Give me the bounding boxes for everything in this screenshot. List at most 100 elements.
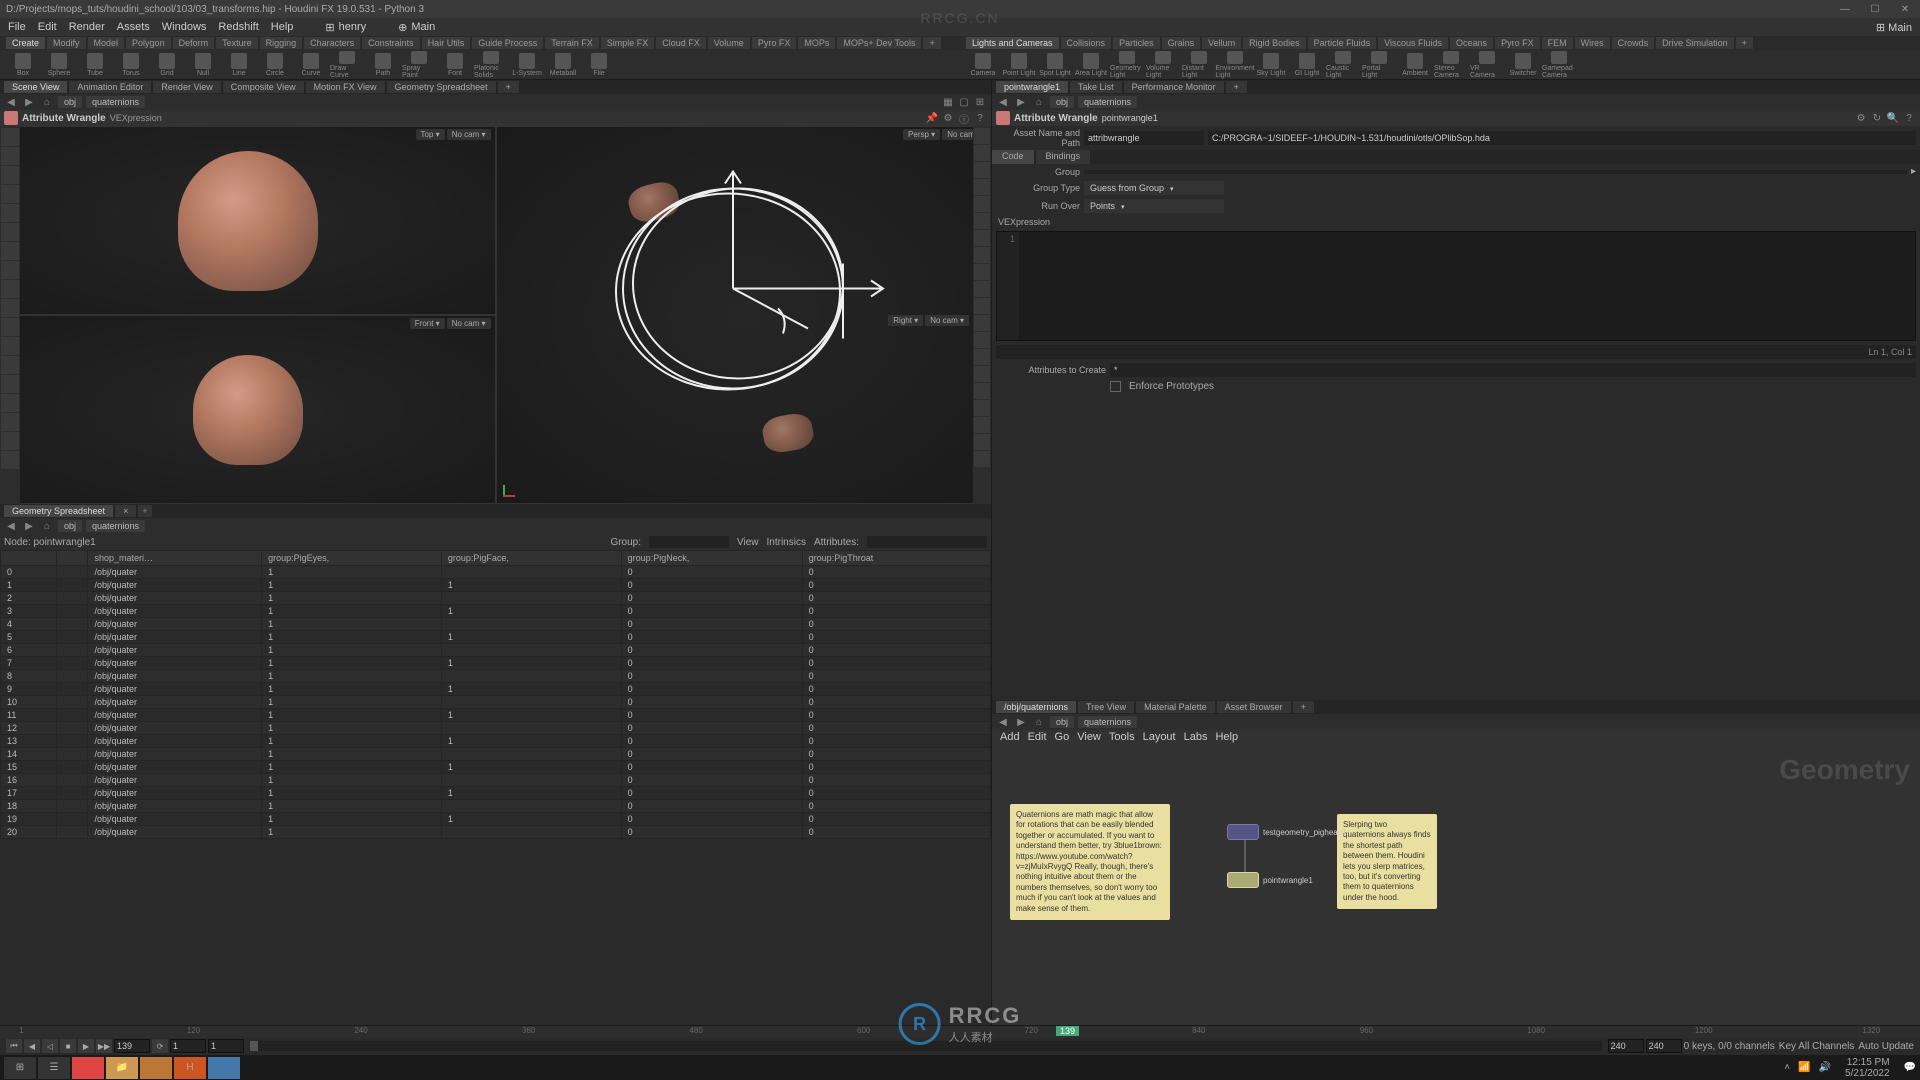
shelf-tool[interactable]: Gamepad Camera bbox=[1542, 51, 1576, 79]
desktop-selector[interactable]: ⊞ henry bbox=[325, 21, 366, 34]
shelf-tool[interactable]: Portal Light bbox=[1362, 51, 1396, 79]
net-menu-item[interactable]: Labs bbox=[1184, 731, 1208, 743]
table-row[interactable]: 13/obj/quater1100 bbox=[1, 735, 991, 748]
shelf-tool[interactable]: Sky Light bbox=[1254, 51, 1288, 79]
vp-disp-tool[interactable] bbox=[974, 417, 990, 433]
shelf-tool[interactable]: Stereo Camera bbox=[1434, 51, 1468, 79]
shelf-tab[interactable]: Pyro FX bbox=[752, 37, 797, 49]
sheet-intrinsics-dd[interactable]: Intrinsics bbox=[767, 537, 806, 548]
net-menu-item[interactable]: View bbox=[1077, 731, 1101, 743]
shelf-tool[interactable]: GI Light bbox=[1290, 51, 1324, 79]
vp-disp-tool[interactable] bbox=[974, 162, 990, 178]
tray-up-icon[interactable]: ˄ bbox=[1784, 1062, 1790, 1073]
shelf-tab[interactable]: Terrain FX bbox=[545, 37, 599, 49]
crumb-node[interactable]: quaternions bbox=[1078, 716, 1137, 728]
vp-disp-tool[interactable] bbox=[974, 247, 990, 263]
table-row[interactable]: 12/obj/quater100 bbox=[1, 722, 991, 735]
back-icon[interactable]: ◀ bbox=[996, 715, 1010, 729]
vp-disp-tool[interactable] bbox=[974, 298, 990, 314]
vp-tool[interactable] bbox=[1, 204, 19, 222]
vp-disp-tool[interactable] bbox=[974, 196, 990, 212]
shelf-tab[interactable]: MOPs+ Dev Tools bbox=[837, 37, 921, 49]
shelf-tool[interactable]: Caustic Light bbox=[1326, 51, 1360, 79]
vp-tool[interactable] bbox=[1, 375, 19, 393]
crumb-node[interactable]: quaternions bbox=[86, 96, 145, 108]
net-menu-item[interactable]: Layout bbox=[1143, 731, 1176, 743]
vp-disp-tool[interactable] bbox=[974, 315, 990, 331]
shelf-tool[interactable]: Draw Curve bbox=[330, 51, 364, 79]
col-header[interactable]: group:PigFace, bbox=[441, 551, 621, 566]
tab-bindings[interactable]: Bindings bbox=[1036, 150, 1091, 164]
table-row[interactable]: 15/obj/quater1100 bbox=[1, 761, 991, 774]
home-icon[interactable]: ⌂ bbox=[1032, 715, 1046, 729]
tab-add-icon[interactable]: + bbox=[138, 505, 151, 517]
crumb-obj[interactable]: obj bbox=[58, 96, 82, 108]
col-header[interactable]: group:PigEyes, bbox=[262, 551, 442, 566]
menu-assets[interactable]: Assets bbox=[117, 21, 150, 33]
menu-help[interactable]: Help bbox=[271, 21, 294, 33]
vp-single-icon[interactable]: ▢ bbox=[957, 95, 971, 109]
shelf-tool[interactable]: Spray Paint bbox=[402, 51, 436, 79]
home-icon[interactable]: ⌂ bbox=[1032, 95, 1046, 109]
shelf-tab[interactable]: Model bbox=[88, 37, 125, 49]
shelf-tool[interactable]: Sphere bbox=[42, 51, 76, 79]
vp-top-label[interactable]: Top ▾ bbox=[416, 129, 445, 140]
shelf-tab[interactable]: Volume bbox=[708, 37, 750, 49]
pane-tab[interactable]: Material Palette bbox=[1136, 701, 1215, 713]
shelf-tab[interactable]: Particles bbox=[1113, 37, 1160, 49]
help-icon[interactable]: ? bbox=[1902, 111, 1916, 125]
back-icon[interactable]: ◀ bbox=[4, 519, 18, 533]
shelf-tab[interactable]: Deform bbox=[173, 37, 215, 49]
vp-disp-tool[interactable] bbox=[974, 281, 990, 297]
vp-tool[interactable] bbox=[1, 451, 19, 469]
shelf-tool[interactable]: Circle bbox=[258, 51, 292, 79]
vp-tool[interactable] bbox=[1, 242, 19, 260]
menu-file[interactable]: File bbox=[8, 21, 26, 33]
shelf-tool[interactable]: Area Light bbox=[1074, 51, 1108, 79]
vp-tool[interactable] bbox=[1, 128, 19, 146]
shelf-tab[interactable]: FEM bbox=[1542, 37, 1573, 49]
end-frame-input[interactable] bbox=[1646, 1039, 1682, 1053]
shelf-tool[interactable]: Curve bbox=[294, 51, 328, 79]
sheet-view-dd[interactable]: View bbox=[737, 537, 759, 548]
stop-button[interactable]: ■ bbox=[60, 1039, 76, 1053]
network-view[interactable]: Geometry Quaternions are math magic that… bbox=[992, 744, 1920, 1050]
sticky-note-1[interactable]: Quaternions are math magic that allow fo… bbox=[1010, 804, 1170, 920]
shelf-tab[interactable]: Pyro FX bbox=[1495, 37, 1540, 49]
node-pointwrangle[interactable]: pointwrangle1 bbox=[1227, 872, 1313, 888]
vp-top-cam[interactable]: No cam ▾ bbox=[447, 129, 491, 140]
shelf-tool[interactable]: Line bbox=[222, 51, 256, 79]
group-field[interactable] bbox=[1084, 170, 1907, 174]
vp-disp-tool[interactable] bbox=[974, 264, 990, 280]
group-picker-icon[interactable]: ▸ bbox=[1911, 166, 1916, 177]
pane-tab[interactable]: Scene View bbox=[4, 81, 67, 93]
gear-icon[interactable]: ⚙ bbox=[1854, 111, 1868, 125]
vp-tool[interactable] bbox=[1, 223, 19, 241]
shelf-tab[interactable]: Lights and Cameras bbox=[966, 37, 1059, 49]
col-header[interactable] bbox=[56, 551, 88, 566]
vp-tool[interactable] bbox=[1, 261, 19, 279]
close-button[interactable]: ✕ bbox=[1890, 0, 1920, 18]
main-menu-dd[interactable]: ⊕ Main bbox=[398, 21, 435, 34]
table-row[interactable]: 20/obj/quater100 bbox=[1, 826, 991, 839]
viewport-front[interactable]: Front ▾No cam ▾ bbox=[0, 315, 496, 504]
col-header[interactable] bbox=[1, 551, 57, 566]
shelf-tab[interactable]: + bbox=[923, 37, 940, 49]
vp-right-cam[interactable]: No cam ▾ bbox=[925, 315, 969, 326]
spreadsheet-table[interactable]: shop_materi…group:PigEyes,group:PigFace,… bbox=[0, 550, 991, 1050]
shelf-tab[interactable]: Texture bbox=[216, 37, 258, 49]
table-row[interactable]: 9/obj/quater1100 bbox=[1, 683, 991, 696]
vp-disp-tool[interactable] bbox=[974, 366, 990, 382]
asset-name-field[interactable]: attribwrangle bbox=[1084, 131, 1204, 145]
back-icon[interactable]: ◀ bbox=[4, 95, 18, 109]
table-row[interactable]: 4/obj/quater100 bbox=[1, 618, 991, 631]
shelf-tab[interactable]: Polygon bbox=[126, 37, 171, 49]
node-testgeometry[interactable]: testgeometry_pighead1 bbox=[1227, 824, 1347, 840]
shelf-tool[interactable]: Box bbox=[6, 51, 40, 79]
shelf-tab[interactable]: Rigging bbox=[260, 37, 303, 49]
back-icon[interactable]: ◀ bbox=[996, 95, 1010, 109]
cur-frame-input[interactable] bbox=[114, 1039, 150, 1053]
shelf-tab[interactable]: MOPs bbox=[798, 37, 835, 49]
crumb-node[interactable]: quaternions bbox=[86, 520, 145, 532]
net-menu-item[interactable]: Tools bbox=[1109, 731, 1135, 743]
